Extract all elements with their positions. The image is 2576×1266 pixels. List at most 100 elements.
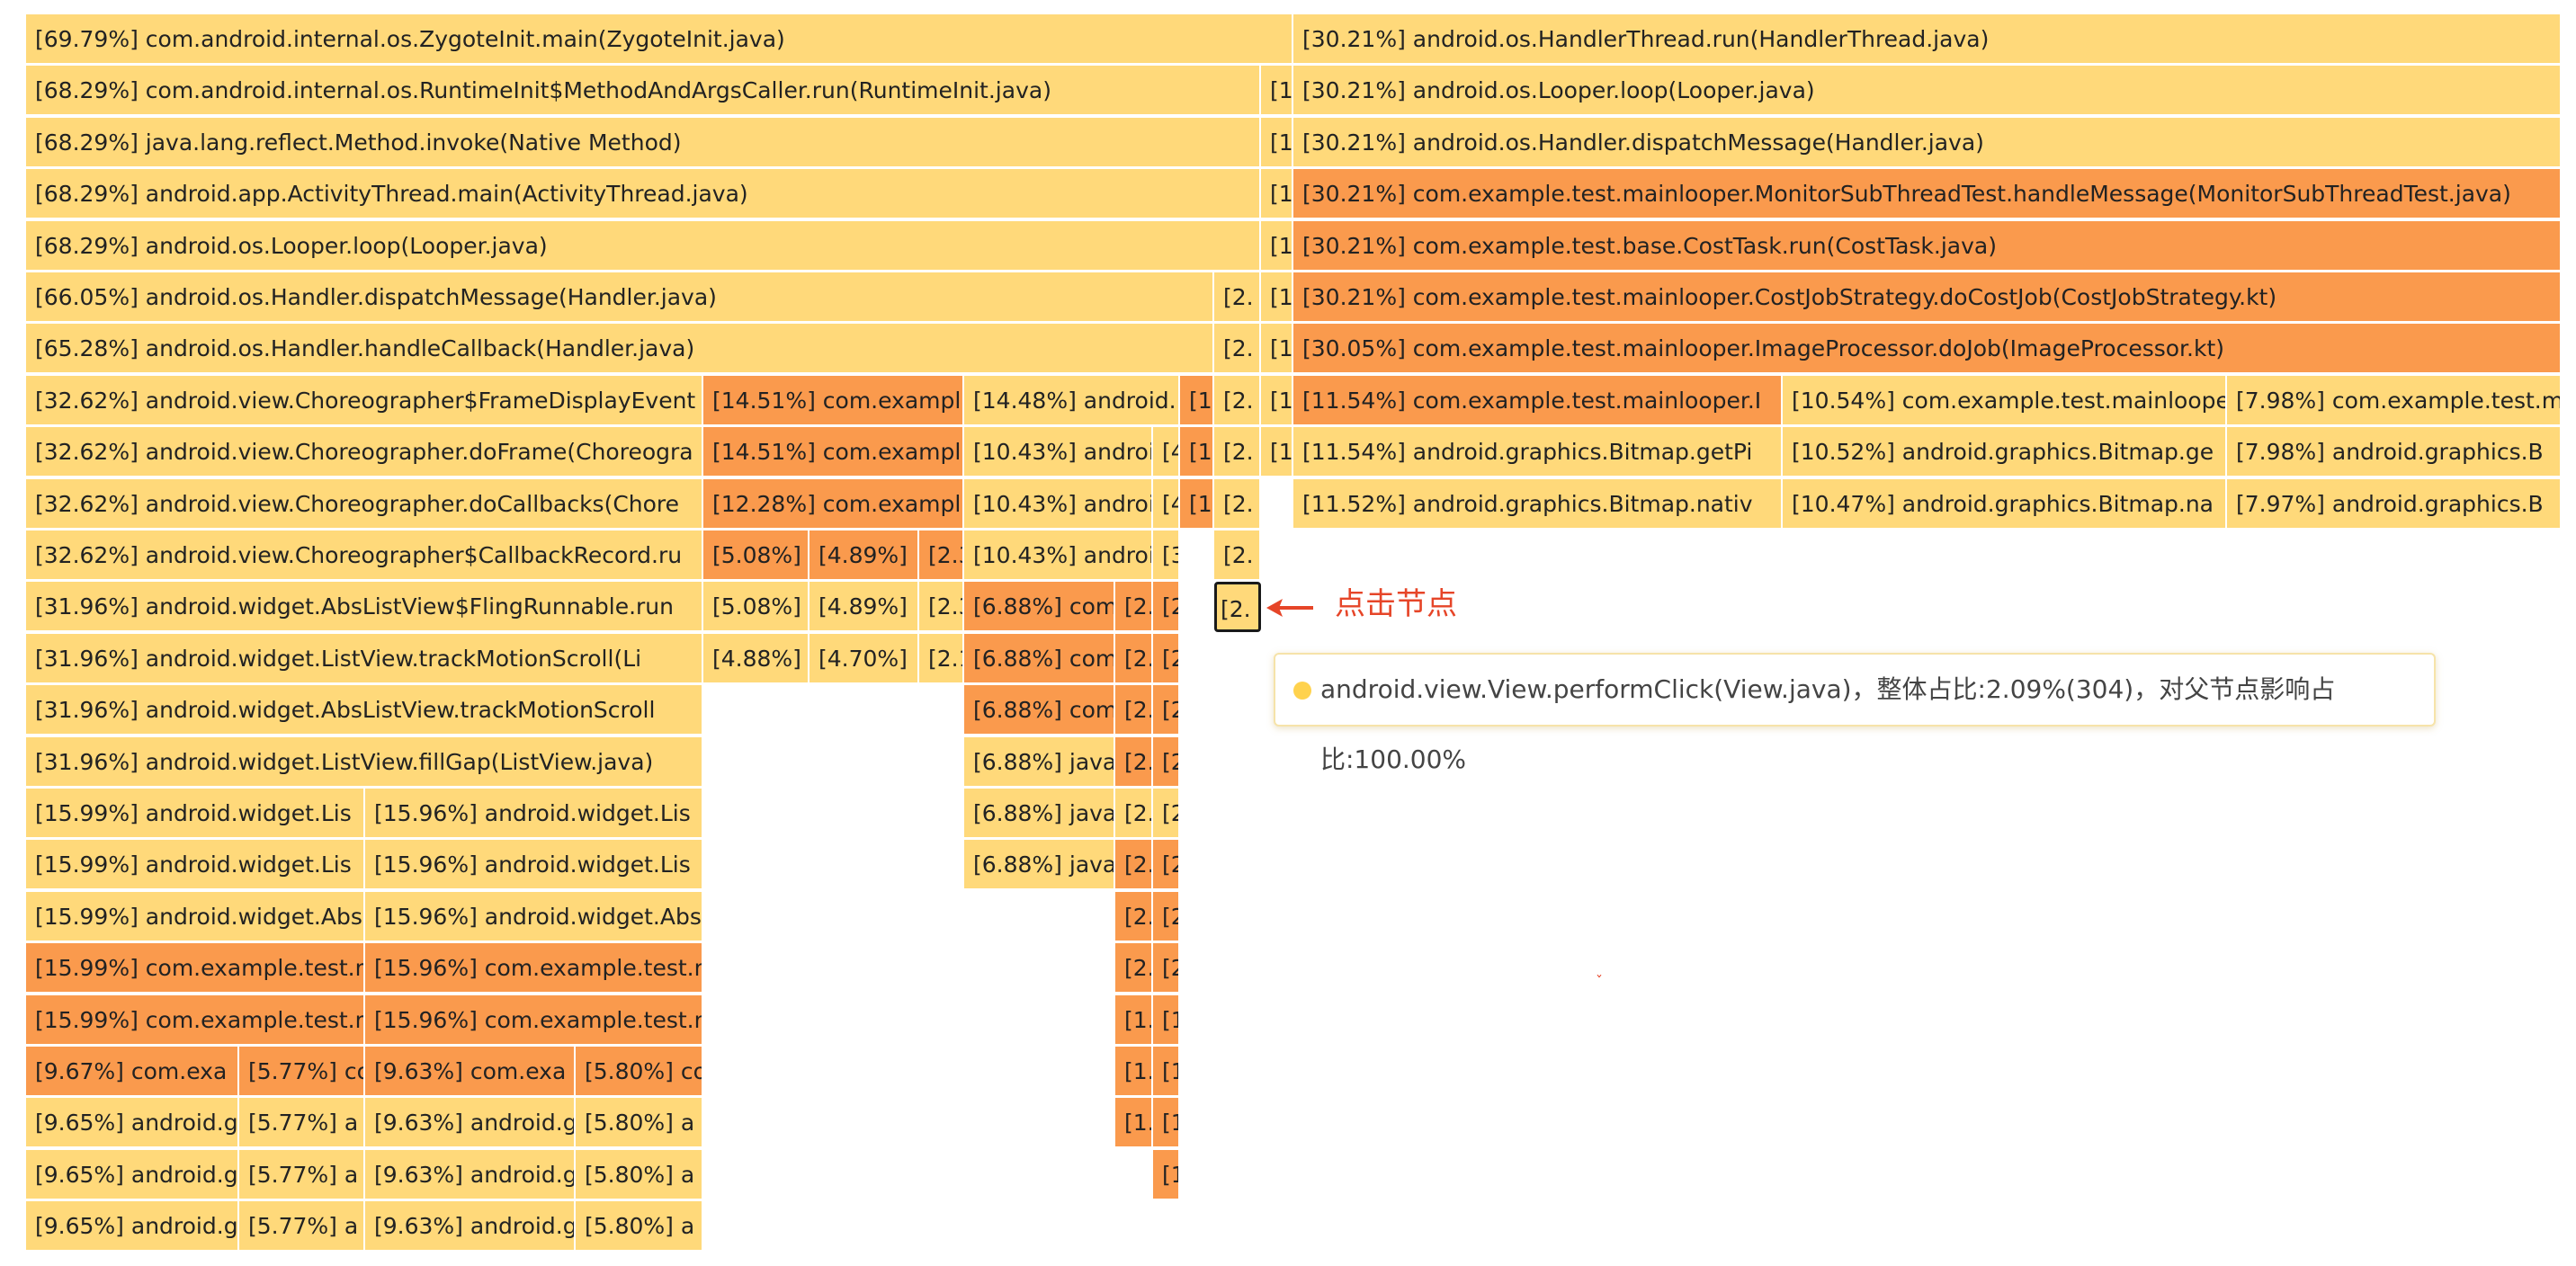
flame-frame[interactable]: [7.97%] android.graphics.B xyxy=(2227,479,2562,530)
flame-frame[interactable]: [7.98%] android.graphics.B xyxy=(2227,427,2562,477)
selected-frame[interactable]: [2. xyxy=(1214,582,1261,632)
flame-frame[interactable]: [30.21%] com.example.test.base.CostTask.… xyxy=(1293,221,2562,272)
flame-frame[interactable]: [3 xyxy=(1153,530,1180,581)
flame-frame[interactable]: [2. xyxy=(1115,892,1153,942)
flame-frame[interactable]: [15.96%] android.widget.Lis xyxy=(365,840,703,890)
flame-frame[interactable]: [6.88%] java xyxy=(964,737,1115,788)
flame-frame[interactable]: [4.88%] xyxy=(703,634,809,684)
flame-frame[interactable]: [32.62%] android.view.Choreographer$Fram… xyxy=(26,376,703,426)
flame-frame[interactable]: [31.96%] android.widget.AbsListView$Flin… xyxy=(26,582,703,632)
flame-frame[interactable]: [30.21%] android.os.HandlerThread.run(Ha… xyxy=(1293,14,2562,65)
flame-frame[interactable]: [65.28%] android.os.Handler.handleCallba… xyxy=(26,324,1214,374)
flame-frame[interactable]: [2. xyxy=(1115,634,1153,684)
flame-frame[interactable]: [14.51%] com.exampl xyxy=(703,427,964,477)
flame-frame[interactable]: [31.96%] android.widget.ListView.trackMo… xyxy=(26,634,703,684)
flame-frame[interactable]: [2.1 xyxy=(919,634,964,684)
flame-frame[interactable]: [15.96%] com.example.test.m xyxy=(365,995,703,1046)
flame-frame[interactable]: [1 xyxy=(1153,1047,1180,1097)
flame-frame[interactable]: [10.54%] com.example.test.mainloope xyxy=(1783,376,2227,426)
flame-frame[interactable]: [1 xyxy=(1261,221,1293,272)
flame-frame[interactable]: [5.80%] co xyxy=(576,1047,703,1097)
flame-frame[interactable]: [9.63%] android.g xyxy=(365,1150,576,1200)
flame-frame[interactable]: [4.89%] xyxy=(809,582,919,632)
flame-frame[interactable]: [6.88%] java xyxy=(964,789,1115,839)
flame-frame[interactable]: [14.48%] android. xyxy=(964,376,1180,426)
flame-frame[interactable]: [2. xyxy=(1115,840,1153,890)
flame-frame[interactable]: [5.08%] xyxy=(703,582,809,632)
flame-frame[interactable]: [30.05%] com.example.test.mainlooper.Ima… xyxy=(1293,324,2562,374)
flame-frame[interactable]: [2 xyxy=(1153,737,1180,788)
flame-frame[interactable]: [2.3 xyxy=(919,530,964,581)
flame-frame[interactable]: [9.63%] android.g xyxy=(365,1201,576,1252)
flame-frame[interactable]: [5.08%] xyxy=(703,530,809,581)
flame-frame[interactable]: [14.51%] com.exampl xyxy=(703,376,964,426)
flame-frame[interactable]: [5.77%] co xyxy=(239,1047,365,1097)
flame-frame[interactable]: [1 xyxy=(1261,427,1293,477)
flame-frame[interactable]: [5.80%] a xyxy=(576,1098,703,1148)
flame-frame[interactable]: [9.65%] android.g xyxy=(26,1098,239,1148)
flame-frame[interactable]: [15.96%] android.widget.Abs xyxy=(365,892,703,942)
flame-frame[interactable]: [15.99%] android.widget.Lis xyxy=(26,789,365,839)
flame-frame[interactable]: [1. xyxy=(1180,376,1214,426)
flame-frame[interactable]: [32.62%] android.view.Choreographer.doCa… xyxy=(26,479,703,530)
flame-frame[interactable]: [5.77%] a xyxy=(239,1098,365,1148)
flame-frame[interactable]: [30.21%] com.example.test.mainlooper.Mon… xyxy=(1293,169,2562,219)
flame-frame[interactable]: [5.80%] a xyxy=(576,1201,703,1252)
flame-frame[interactable]: [2.3 xyxy=(919,582,964,632)
flame-frame[interactable]: [15.96%] android.widget.Lis xyxy=(365,789,703,839)
flame-frame[interactable]: [30.21%] android.os.Handler.dispatchMess… xyxy=(1293,118,2562,168)
flame-frame[interactable]: [31.96%] android.widget.ListView.fillGap… xyxy=(26,737,703,788)
flame-frame[interactable]: [4.89%] xyxy=(809,530,919,581)
flame-frame[interactable]: [15.99%] android.widget.Abs xyxy=(26,892,365,942)
flame-frame[interactable]: [12.28%] com.exampl xyxy=(703,479,964,530)
flame-frame[interactable]: [11.54%] android.graphics.Bitmap.getPi xyxy=(1293,427,1783,477)
flame-frame[interactable]: [15.99%] com.example.test.m xyxy=(26,943,365,994)
flame-frame[interactable]: [2. xyxy=(1115,582,1153,632)
flame-frame[interactable]: [9.65%] android.g xyxy=(26,1201,239,1252)
flame-frame[interactable]: [2. xyxy=(1214,479,1261,530)
flame-frame[interactable]: [30.21%] com.example.test.mainlooper.Cos… xyxy=(1293,272,2562,323)
flame-frame[interactable]: [6.88%] com xyxy=(964,685,1115,736)
flame-frame[interactable]: [11.54%] com.example.test.mainlooper.I xyxy=(1293,376,1783,426)
flame-frame[interactable]: [2. xyxy=(1214,324,1261,374)
flame-frame[interactable]: [2. xyxy=(1214,530,1261,581)
flame-frame[interactable]: [68.29%] com.android.internal.os.Runtime… xyxy=(26,66,1261,116)
flame-frame[interactable]: [2 xyxy=(1153,840,1180,890)
flame-frame[interactable]: [1 xyxy=(1261,169,1293,219)
flame-frame[interactable]: [2 xyxy=(1153,685,1180,736)
flame-frame[interactable]: [2. xyxy=(1214,376,1261,426)
flame-frame[interactable]: [30.21%] android.os.Looper.loop(Looper.j… xyxy=(1293,66,2562,116)
flame-frame[interactable]: [2. xyxy=(1214,272,1261,323)
flame-frame[interactable]: [2 xyxy=(1153,634,1180,684)
flame-frame[interactable]: [1 xyxy=(1261,118,1293,168)
flame-frame[interactable]: [5.77%] a xyxy=(239,1150,365,1200)
flame-frame[interactable]: [10.43%] androi xyxy=(964,530,1153,581)
flame-frame[interactable]: [2. xyxy=(1115,737,1153,788)
flame-frame[interactable]: [10.43%] androi xyxy=(964,427,1153,477)
flame-frame[interactable]: [9.65%] android.g xyxy=(26,1150,239,1200)
flame-frame[interactable]: [32.62%] android.view.Choreographer$Call… xyxy=(26,530,703,581)
flame-frame[interactable]: [4 xyxy=(1153,479,1180,530)
flame-frame[interactable]: [1 xyxy=(1261,324,1293,374)
flame-frame[interactable]: [1 xyxy=(1261,66,1293,116)
flame-frame[interactable]: [2 xyxy=(1153,892,1180,942)
flame-frame[interactable]: [32.62%] android.view.Choreographer.doFr… xyxy=(26,427,703,477)
flame-frame[interactable]: [1 xyxy=(1261,272,1293,323)
flame-frame[interactable]: [9.63%] android.g xyxy=(365,1098,576,1148)
flame-frame[interactable]: [9.63%] com.exa xyxy=(365,1047,576,1097)
flame-frame[interactable]: [2. xyxy=(1214,427,1261,477)
flame-frame[interactable]: [2. xyxy=(1115,943,1153,994)
flame-frame[interactable]: [1 xyxy=(1261,376,1293,426)
flame-frame[interactable]: [5.80%] a xyxy=(576,1150,703,1200)
flame-frame[interactable]: [4 xyxy=(1153,427,1180,477)
flame-frame[interactable]: [69.79%] com.android.internal.os.ZygoteI… xyxy=(26,14,1293,65)
flame-frame[interactable]: [10.47%] android.graphics.Bitmap.na xyxy=(1783,479,2227,530)
flame-frame[interactable]: [1. xyxy=(1115,1047,1153,1097)
flame-frame[interactable]: [1 xyxy=(1153,1098,1180,1148)
flame-frame[interactable]: [11.52%] android.graphics.Bitmap.nativ xyxy=(1293,479,1783,530)
flame-frame[interactable]: [1 xyxy=(1153,1150,1180,1200)
flame-frame[interactable]: [15.99%] android.widget.Lis xyxy=(26,840,365,890)
flame-frame[interactable]: [1. xyxy=(1180,479,1214,530)
flame-frame[interactable]: [10.52%] android.graphics.Bitmap.ge xyxy=(1783,427,2227,477)
flame-frame[interactable]: [68.29%] java.lang.reflect.Method.invoke… xyxy=(26,118,1261,168)
